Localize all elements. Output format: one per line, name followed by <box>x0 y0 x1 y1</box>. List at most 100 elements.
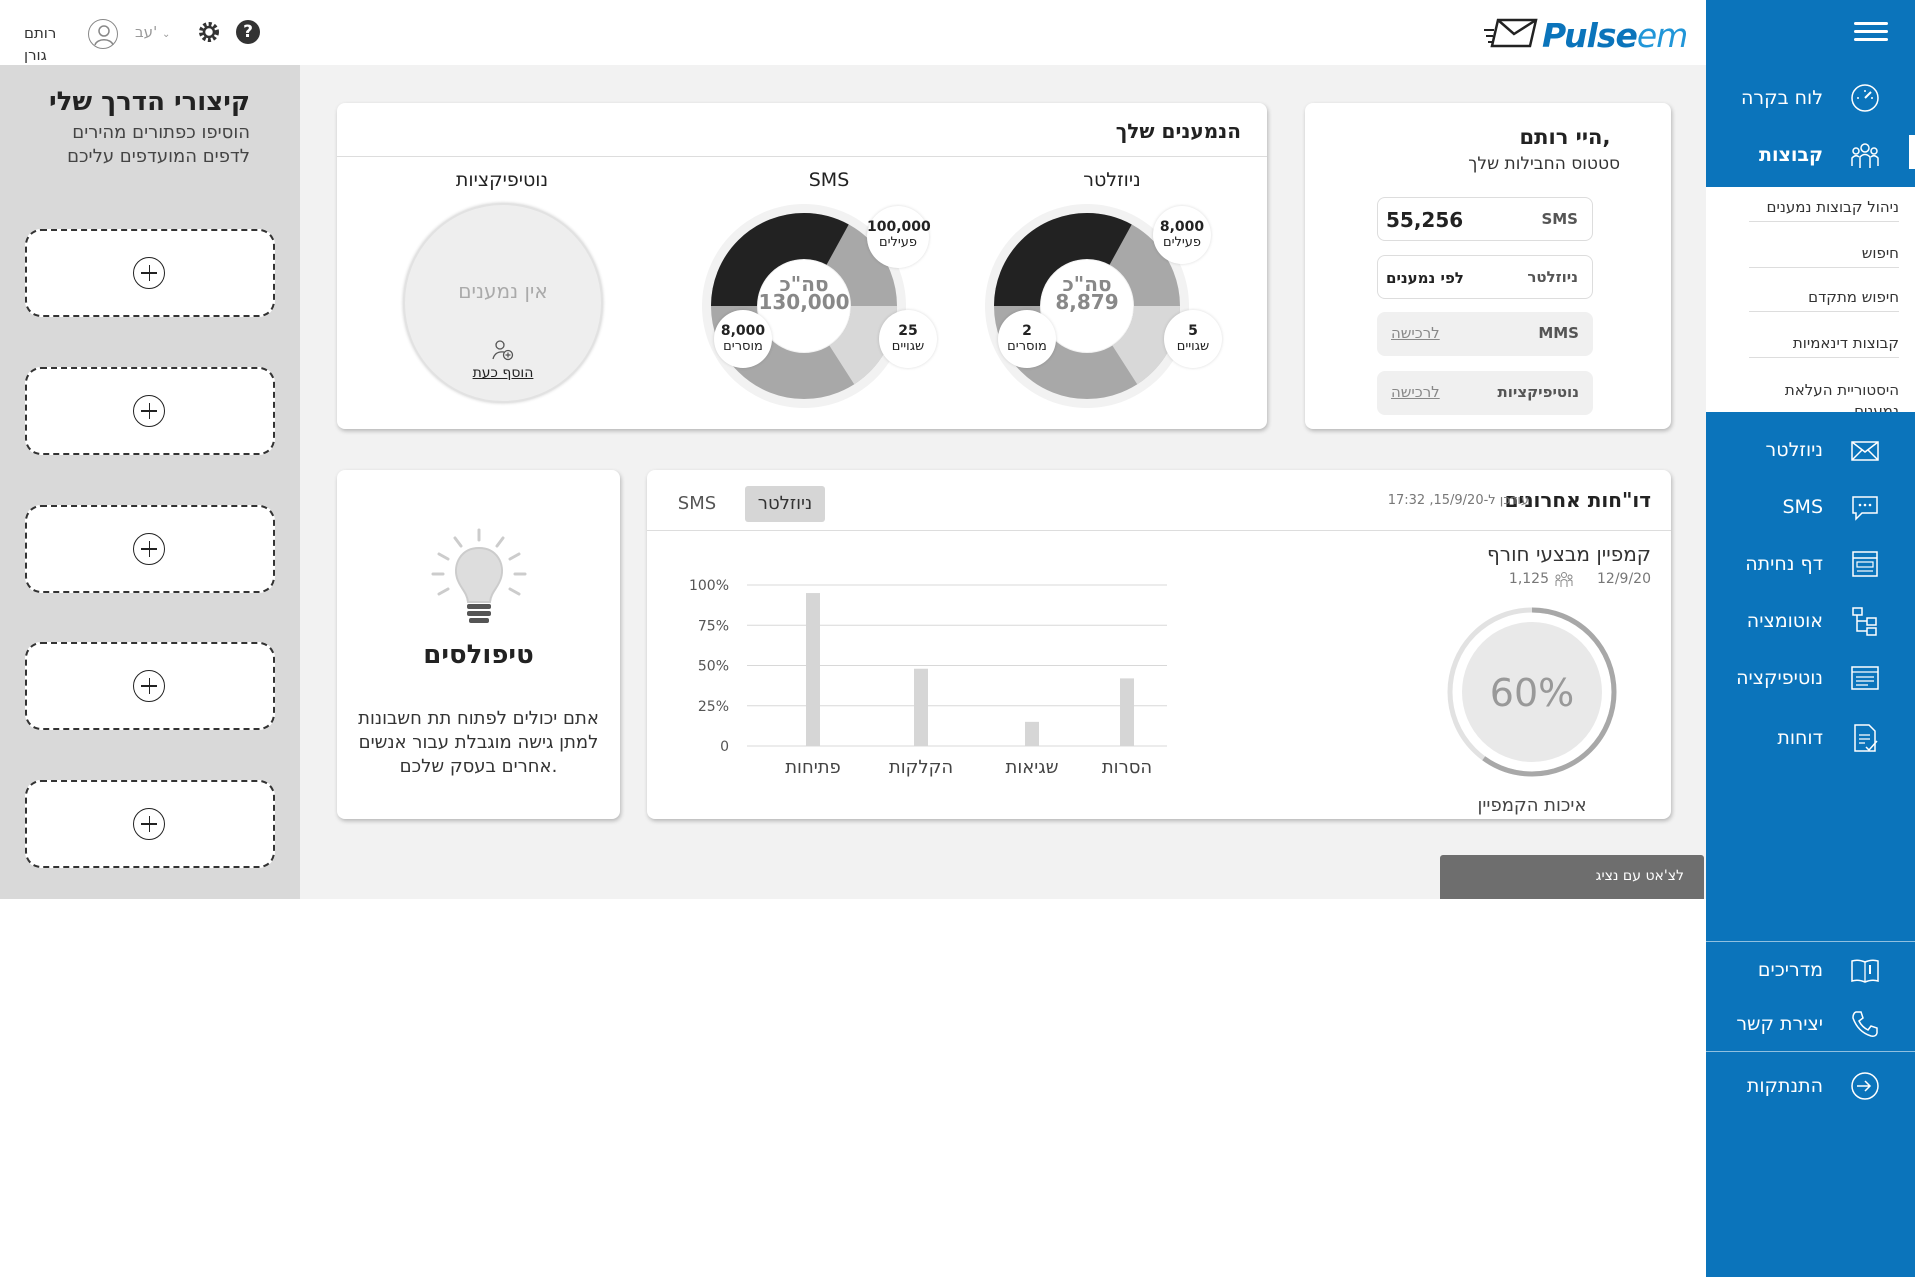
bar-chart-svg: 0 25% 50% 75% 100% פתיחות הקלקות שגיאות הסרות <box>689 578 1167 778</box>
sidebar-item-label: אוטומציה <box>1746 610 1823 632</box>
y-tick-label: 100% <box>689 578 729 594</box>
reports-bar-chart: 0 25% 50% 75% 100% פתיחות הקלקות שגיאות הסרות <box>667 540 1287 819</box>
donut-total-sms: סה"כ 130,000 <box>758 272 850 314</box>
tip-card: טיפולסים אתם יכולים לפתוח תת חשבונות למת… <box>337 470 620 819</box>
sidebar-item-automation[interactable]: אוטומציה <box>1706 597 1915 645</box>
status-row-notifications: נוטיפיקציות לרכישה <box>1377 371 1593 415</box>
plus-circle-icon <box>133 808 165 840</box>
sidebar-item-notification[interactable]: נוטיפיקציה <box>1706 654 1915 702</box>
notification-icon <box>1851 666 1879 690</box>
submenu-item-upload-history[interactable]: היסטוריית העלאת נמענים <box>1749 380 1899 412</box>
status-row-sms: SMS 55,256 <box>1377 197 1593 241</box>
empty-state-text: אין נמענים <box>458 279 548 303</box>
status-label: MMS <box>1538 324 1579 342</box>
reports-updated-time: עודכן ל-15/9/20, 17:32 <box>1387 493 1529 508</box>
plus-circle-icon <box>133 395 165 427</box>
plus-circle-icon <box>133 533 165 565</box>
landing-page-icon <box>1852 551 1878 577</box>
add-shortcut-button[interactable] <box>25 642 275 730</box>
quality-label: איכות הקמפיין <box>1477 795 1587 816</box>
sidebar-item-label: דף נחיתה <box>1745 553 1823 575</box>
top-header: רותם גורן עב' ⌄ ? Pulseem <box>0 0 1706 65</box>
x-category-label: פתיחות <box>785 757 841 778</box>
bubble-active-newsletter: 8,000 פעילים <box>1153 206 1211 264</box>
status-label: ניוזלטר <box>1527 268 1578 286</box>
help-icon[interactable]: ? <box>236 20 260 44</box>
phone-icon <box>1852 1011 1878 1037</box>
sidebar-item-sms[interactable]: SMS <box>1706 483 1915 531</box>
campaign-recipients: 1,125 <box>1508 571 1549 587</box>
status-row-mms: MMS לרכישה <box>1377 312 1593 356</box>
gear-icon[interactable] <box>197 20 221 44</box>
greeting-subtitle: סטטוס החבילות שלך <box>1468 154 1620 174</box>
campaign-date: 12/9/20 <box>1597 571 1651 587</box>
sidebar-item-guides[interactable]: מדריכים <box>1706 946 1915 994</box>
subscribers-card: הנמענים שלך ניוזלטר סה"כ 8,879 8,000 פעילי… <box>337 103 1267 429</box>
sidebar-item-dashboard[interactable]: לוח בקרה <box>1706 74 1915 122</box>
groups-icon <box>1851 143 1879 168</box>
sidebar-item-reports[interactable]: דוחות <box>1706 714 1915 762</box>
card-divider <box>647 530 1671 531</box>
add-shortcut-button[interactable] <box>25 367 275 455</box>
add-shortcut-button[interactable] <box>25 780 275 868</box>
plus-circle-icon <box>133 670 165 702</box>
add-shortcut-button[interactable] <box>25 505 275 593</box>
sidebar-item-logout[interactable]: התנתקות <box>1706 1062 1915 1110</box>
user-name[interactable]: רותם גורן <box>24 22 74 66</box>
package-status-card: היי רותם, סטטוס החבילות שלך SMS 55,256 נ… <box>1305 103 1671 429</box>
sidebar-item-landing-page[interactable]: דף נחיתה <box>1706 540 1915 588</box>
add-shortcut-button[interactable] <box>25 229 275 317</box>
bubble-active-sms: 100,000 פעילים <box>867 206 931 268</box>
sidebar-item-label: דוחות <box>1777 727 1823 749</box>
lightbulb-icon <box>431 528 527 623</box>
y-tick-label: 0 <box>720 739 729 755</box>
dashboard-main: היי רותם, סטטוס החבילות שלך SMS 55,256 נ… <box>300 65 1706 899</box>
chart-bar[interactable] <box>1025 721 1039 746</box>
sidebar-item-newsletter[interactable]: ניוזלטר <box>1706 426 1915 474</box>
greeting-title: היי רותם, <box>1519 125 1611 149</box>
tip-title: טיפולסים <box>423 640 534 670</box>
chat-with-agent-button[interactable]: לצ'אט עם נציג <box>1440 855 1704 899</box>
sidebar-item-label: מדריכים <box>1757 959 1823 981</box>
submenu-item-search[interactable]: חיפוש <box>1749 243 1899 268</box>
shortcuts-panel: קיצורי הדרך שלי הוסיפו כפתורים מהירים לד… <box>0 65 300 899</box>
y-tick-label: 50% <box>698 659 729 675</box>
newsletter-envelope-icon <box>1851 441 1879 461</box>
bubble-errors-newsletter: 5 שגויים <box>1164 310 1222 368</box>
sidebar-item-label: לוח בקרה <box>1740 87 1823 109</box>
dashboard-gauge-icon <box>1851 84 1879 112</box>
donut-title-newsletter: ניוזלטר <box>1083 169 1141 191</box>
chart-bar[interactable] <box>1120 678 1134 746</box>
groups-submenu: ניהול קבוצות נמענים חיפוש חיפוש מתקדם קב… <box>1706 187 1915 412</box>
sidebar-item-label: נוטיפיקציה <box>1736 667 1823 689</box>
bubble-removed-newsletter: 2 מוסרים <box>998 310 1056 368</box>
y-tick-label: 75% <box>698 618 729 634</box>
x-category-label: הסרות <box>1102 757 1152 778</box>
user-avatar-icon[interactable] <box>88 19 118 49</box>
sidebar-item-groups[interactable]: קבוצות <box>1706 131 1915 179</box>
submenu-item-advanced-search[interactable]: חיפוש מתקדם <box>1749 287 1899 312</box>
sidebar-item-label: ניוזלטר <box>1765 439 1823 461</box>
hamburger-menu-icon[interactable] <box>1854 22 1888 44</box>
card-divider <box>337 156 1267 157</box>
status-row-newsletter: ניוזלטר לפי נמענים <box>1377 255 1593 299</box>
submenu-item-manage-groups[interactable]: ניהול קבוצות נמענים <box>1749 197 1899 222</box>
submenu-item-dynamic-groups[interactable]: קבוצות דינאמיות <box>1749 333 1899 358</box>
add-now-link[interactable]: הוסף כעת <box>405 365 601 381</box>
sidebar-item-label: יצירת קשר <box>1736 1013 1823 1035</box>
status-value: לפי נמענים <box>1386 269 1464 287</box>
purchase-link[interactable]: לרכישה <box>1391 324 1440 342</box>
chart-bar[interactable] <box>914 668 928 746</box>
active-indicator <box>1909 135 1915 169</box>
bubble-errors-sms: 25 שגויים <box>879 310 937 368</box>
tab-sms[interactable]: SMS <box>667 486 727 522</box>
tab-newsletter[interactable]: ניוזלטר <box>745 486 825 522</box>
sidebar-item-contact[interactable]: יצירת קשר <box>1706 1000 1915 1048</box>
plus-circle-icon <box>133 257 165 289</box>
pulseem-logo[interactable]: Pulseem <box>1484 14 1688 55</box>
language-selector[interactable]: עב' ⌄ <box>135 23 170 41</box>
shortcuts-subtitle: הוסיפו כפתורים מהירים לדפים המועדפים עלי… <box>67 122 250 167</box>
chart-bar[interactable] <box>806 593 820 746</box>
purchase-link[interactable]: לרכישה <box>1391 383 1440 401</box>
status-value: 55,256 <box>1386 208 1464 232</box>
